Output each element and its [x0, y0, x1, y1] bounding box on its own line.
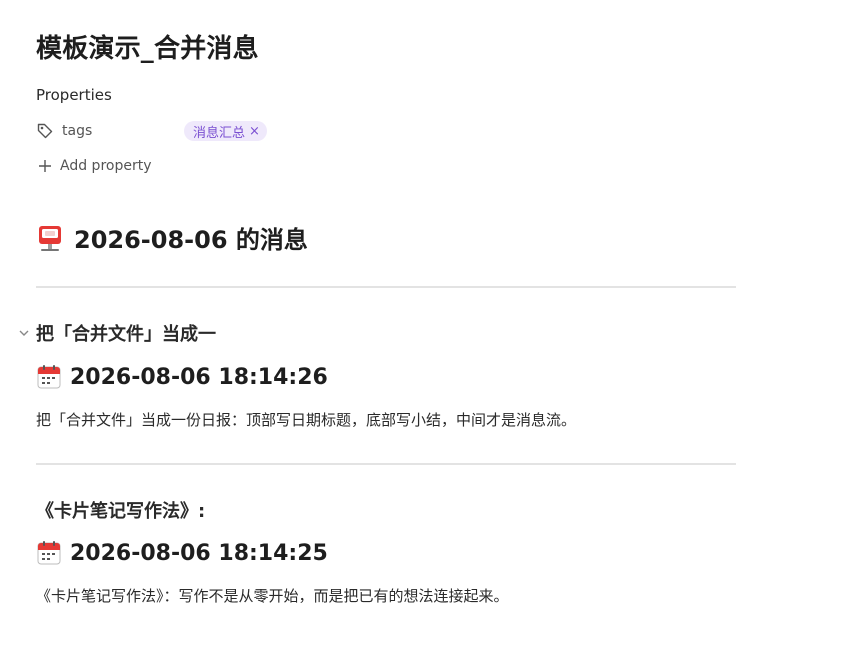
calendar-icon	[37, 365, 61, 389]
day-heading[interactable]: 2026-08-06 的消息	[36, 220, 308, 255]
calendar-icon	[37, 541, 61, 565]
property-row-tags: tags 消息汇总 ×	[36, 120, 267, 142]
entry-datetime-heading[interactable]: 2026-08-06 18:14:25	[36, 540, 328, 566]
add-property-button[interactable]: Add property	[38, 158, 152, 174]
property-key[interactable]: tags	[62, 123, 184, 139]
remove-tag-button[interactable]: ×	[249, 124, 260, 139]
page-title[interactable]: 模板演示_合并消息	[36, 28, 259, 65]
note-page: 模板演示_合并消息 Properties tags 消息汇总 × Add pro…	[0, 0, 866, 670]
entry-datetime-heading[interactable]: 2026-08-06 18:14:26	[36, 364, 328, 390]
divider	[36, 463, 736, 465]
tag-label: 消息汇总	[193, 125, 246, 141]
entry-body[interactable]: 《卡片笔记写作法》：写作不是从零开始，而是把已有的想法连接起来。	[36, 585, 509, 606]
entry-datetime: 2026-08-06 18:14:26	[70, 364, 328, 390]
entry-title[interactable]: 把「合并文件」当成一	[36, 320, 216, 346]
add-property-label: Add property	[60, 158, 152, 174]
tag-icon	[37, 123, 53, 139]
properties-heading[interactable]: Properties	[36, 86, 112, 104]
plus-icon	[39, 160, 51, 172]
tag-pill[interactable]: 消息汇总 ×	[184, 121, 267, 141]
divider	[36, 286, 736, 288]
mailbox-icon	[39, 225, 61, 251]
entry-body[interactable]: 把「合并文件」当成一份日报：顶部写日期标题，底部写小结，中间才是消息流。	[36, 409, 576, 430]
day-heading-text: 2026-08-06 的消息	[74, 226, 308, 254]
entry-title[interactable]: 《卡片笔记写作法》:	[36, 497, 205, 523]
entry-datetime: 2026-08-06 18:14:25	[70, 540, 328, 566]
chevron-down-icon[interactable]	[18, 327, 30, 339]
